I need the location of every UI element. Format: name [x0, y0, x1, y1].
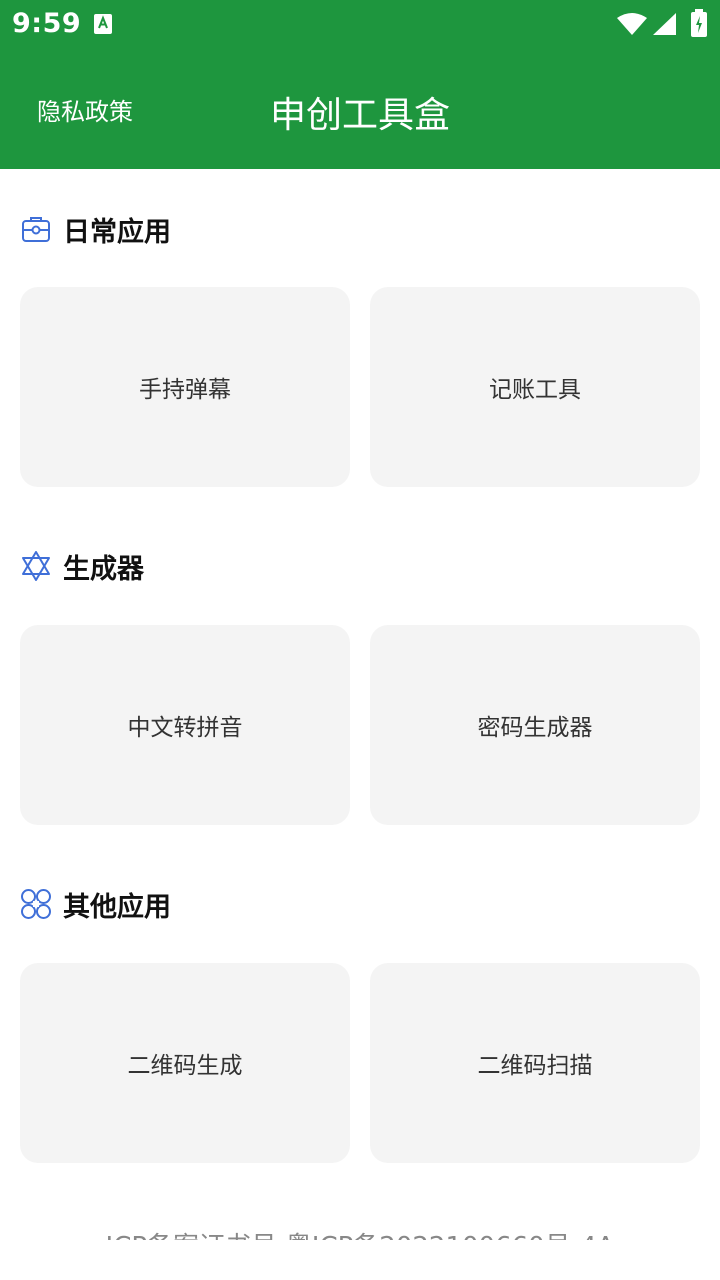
tool-card-qr-generate[interactable]: 二维码生成 [20, 963, 350, 1163]
section-title: 生成器 [63, 553, 144, 585]
tool-card-label: 二维码扫描 [477, 1053, 593, 1079]
tool-card-qr-scan[interactable]: 二维码扫描 [370, 963, 700, 1163]
tool-card-label: 中文转拼音 [127, 715, 243, 741]
tool-card-label: 记账工具 [489, 377, 581, 403]
tool-card-label: 手持弹幕 [139, 377, 231, 403]
tool-card-pinyin[interactable]: 中文转拼音 [20, 625, 350, 825]
toolbox-icon [22, 217, 50, 242]
section-other-apps: 其他应用 [20, 884, 171, 924]
battery-charging-icon [691, 9, 707, 37]
app-bar: 隐私政策 申创工具盒 [0, 50, 720, 169]
footer: ICP备案证书号:粤ICP备2022100660号-4A [0, 1222, 720, 1240]
tool-card-accounting[interactable]: 记账工具 [370, 287, 700, 487]
star-of-david-icon [22, 551, 50, 581]
status-bar: 9:59 [0, 0, 720, 50]
tool-card-label: 二维码生成 [127, 1053, 243, 1079]
notification-a-icon [94, 14, 112, 34]
section-generators: 生成器 [20, 546, 144, 586]
icp-record-text: ICP备案证书号:粤ICP备2022100660号-4A [0, 1226, 720, 1240]
tool-card-label: 密码生成器 [477, 715, 593, 741]
screen: 9:59 隐私政策 申创工具盒 日常应用 手持弹幕 记账工具 生成器 中文转拼音… [0, 0, 720, 1280]
tool-card-password-generator[interactable]: 密码生成器 [370, 625, 700, 825]
section-title: 日常应用 [63, 216, 171, 248]
status-time: 9:59 [12, 8, 82, 39]
section-daily-apps: 日常应用 [20, 209, 171, 249]
command-icon [21, 889, 51, 919]
app-title: 申创工具盒 [269, 95, 450, 136]
section-title: 其他应用 [63, 891, 171, 923]
wifi-icon [617, 13, 647, 35]
signal-icon [653, 13, 676, 35]
tool-card-danmaku[interactable]: 手持弹幕 [20, 287, 350, 487]
